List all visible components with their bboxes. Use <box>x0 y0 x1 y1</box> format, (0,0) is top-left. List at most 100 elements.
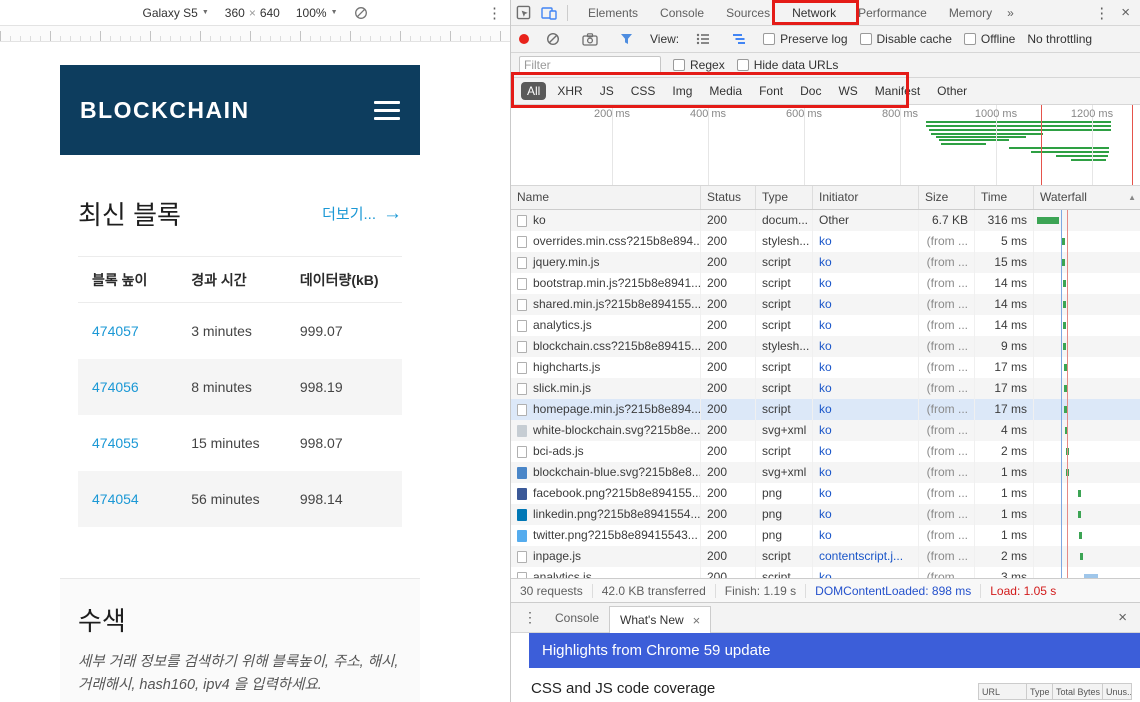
tab-whats-new[interactable]: What's New × <box>609 606 711 633</box>
view-waterfall-icon[interactable] <box>727 33 751 45</box>
network-request-row[interactable]: analytics.js200scriptko(from ...14 ms <box>511 315 1140 336</box>
column-header-time[interactable]: Time <box>975 186 1034 209</box>
network-request-row[interactable]: facebook.png?215b8e894155...200pngko(fro… <box>511 483 1140 504</box>
throttling-select[interactable]: No throttling <box>1027 32 1092 46</box>
network-request-row[interactable]: blockchain-blue.svg?215b8e8...200svg+xml… <box>511 462 1140 483</box>
network-request-row[interactable]: bci-ads.js200scriptko(from ...2 ms <box>511 441 1140 462</box>
network-overview[interactable]: 200 ms400 ms600 ms800 ms1000 ms1200 ms <box>511 105 1140 186</box>
request-initiator[interactable]: ko <box>813 273 919 294</box>
block-height-link[interactable]: 474055 <box>78 435 175 451</box>
network-request-row[interactable]: twitter.png?215b8e89415543...200pngko(fr… <box>511 525 1140 546</box>
preserve-log-checkbox[interactable]: Preserve log <box>763 32 847 46</box>
device-menu-3dots-icon[interactable]: ⋮ <box>487 4 502 22</box>
tab-memory[interactable]: Memory <box>938 0 1003 25</box>
clear-icon[interactable] <box>541 32 565 46</box>
column-header-waterfall[interactable]: Waterfall▲ <box>1034 186 1140 209</box>
network-request-row[interactable]: bootstrap.min.js?215b8e8941...200scriptk… <box>511 273 1140 294</box>
network-request-row[interactable]: white-blockchain.svg?215b8e...200svg+xml… <box>511 420 1140 441</box>
type-filter-img[interactable]: Img <box>666 82 698 100</box>
block-row[interactable]: 4740568 minutes998.19 <box>78 359 402 415</box>
network-request-row[interactable]: analytics.js200scriptko(from ...3 ms <box>511 567 1140 578</box>
type-filter-font[interactable]: Font <box>753 82 789 100</box>
request-initiator[interactable]: ko <box>813 483 919 504</box>
inspect-element-icon[interactable] <box>511 5 536 20</box>
request-initiator[interactable]: ko <box>813 294 919 315</box>
type-filter-media[interactable]: Media <box>703 82 748 100</box>
record-icon[interactable] <box>519 34 529 44</box>
offline-checkbox[interactable]: Offline <box>964 32 1015 46</box>
request-waterfall <box>1034 294 1140 315</box>
type-filter-manifest[interactable]: Manifest <box>869 82 926 100</box>
request-initiator[interactable]: ko <box>813 420 919 441</box>
hamburger-menu-icon[interactable] <box>374 101 400 120</box>
view-list-icon[interactable] <box>691 33 715 45</box>
column-header-status[interactable]: Status <box>701 186 756 209</box>
network-request-row[interactable]: inpage.js200scriptcontentscript.j...(fro… <box>511 546 1140 567</box>
block-row[interactable]: 47405456 minutes998.14 <box>78 471 402 527</box>
tab-sources[interactable]: Sources <box>715 0 781 25</box>
rotate-icon[interactable] <box>354 6 368 20</box>
request-initiator[interactable]: ko <box>813 378 919 399</box>
block-height-link[interactable]: 474057 <box>78 323 175 339</box>
network-request-row[interactable]: highcharts.js200scriptko(from ...17 ms <box>511 357 1140 378</box>
zoom-select[interactable]: 100% ▼ <box>296 6 338 20</box>
request-initiator[interactable]: ko <box>813 315 919 336</box>
type-filter-all[interactable]: All <box>521 82 546 100</box>
request-initiator[interactable]: ko <box>813 441 919 462</box>
type-filter-doc[interactable]: Doc <box>794 82 827 100</box>
network-request-row[interactable]: slick.min.js200scriptko(from ...17 ms <box>511 378 1140 399</box>
network-request-row[interactable]: overrides.min.css?215b8e894...200stylesh… <box>511 231 1140 252</box>
tab-network[interactable]: Network <box>781 0 847 25</box>
capture-screenshots-camera-icon[interactable] <box>577 33 603 46</box>
block-row[interactable]: 47405515 minutes998.07 <box>78 415 402 471</box>
network-request-row[interactable]: ko200docum...Other6.7 KB316 ms <box>511 210 1140 231</box>
column-header-initiator[interactable]: Initiator <box>813 186 919 209</box>
request-initiator[interactable]: ko <box>813 525 919 546</box>
device-toolbar-toggle-icon[interactable] <box>536 6 562 20</box>
tab-console[interactable]: Console <box>649 0 715 25</box>
drawer-close-icon[interactable]: × <box>1118 609 1140 626</box>
viewport-height-field[interactable]: 640 <box>260 6 280 20</box>
filter-input[interactable] <box>519 56 661 74</box>
type-filter-xhr[interactable]: XHR <box>551 82 588 100</box>
regex-checkbox[interactable]: Regex <box>673 58 725 72</box>
devtools-menu-3dots-icon[interactable]: ⋮ <box>1094 4 1109 22</box>
type-filter-css[interactable]: CSS <box>625 82 662 100</box>
block-row[interactable]: 4740573 minutes999.07 <box>78 303 402 359</box>
drawer-menu-3dots-icon[interactable]: ⋮ <box>511 609 545 626</box>
block-height-link[interactable]: 474054 <box>78 491 175 507</box>
devtools-close-icon[interactable]: × <box>1121 4 1130 21</box>
disable-cache-checkbox[interactable]: Disable cache <box>860 32 952 46</box>
network-request-row[interactable]: blockchain.css?215b8e89415...200stylesh.… <box>511 336 1140 357</box>
column-header-type[interactable]: Type <box>756 186 813 209</box>
request-initiator[interactable]: ko <box>813 231 919 252</box>
network-request-row[interactable]: shared.min.js?215b8e894155...200scriptko… <box>511 294 1140 315</box>
type-filter-other[interactable]: Other <box>931 82 973 100</box>
close-icon[interactable]: × <box>693 613 701 628</box>
tab-console-drawer[interactable]: Console <box>545 603 609 632</box>
device-select[interactable]: Galaxy S5 ▼ <box>142 6 208 20</box>
tab-elements[interactable]: Elements <box>577 0 649 25</box>
filter-funnel-icon[interactable] <box>615 33 638 45</box>
request-initiator[interactable]: ko <box>813 567 919 578</box>
column-header-name[interactable]: Name <box>511 186 701 209</box>
type-filter-ws[interactable]: WS <box>832 82 863 100</box>
request-initiator[interactable]: ko <box>813 252 919 273</box>
type-filter-js[interactable]: JS <box>594 82 620 100</box>
tab-performance[interactable]: Performance <box>847 0 938 25</box>
request-initiator[interactable]: ko <box>813 462 919 483</box>
network-request-row[interactable]: homepage.min.js?215b8e894...200scriptko(… <box>511 399 1140 420</box>
request-initiator[interactable]: ko <box>813 399 919 420</box>
more-tabs-chevron[interactable]: » <box>1003 0 1018 26</box>
network-request-row[interactable]: linkedin.png?215b8e8941554...200pngko(fr… <box>511 504 1140 525</box>
see-more-link[interactable]: 더보기... → <box>322 203 402 225</box>
network-request-row[interactable]: jquery.min.js200scriptko(from ...15 ms <box>511 252 1140 273</box>
hide-data-urls-checkbox[interactable]: Hide data URLs <box>737 58 839 72</box>
request-initiator[interactable]: contentscript.j... <box>813 546 919 567</box>
request-initiator[interactable]: ko <box>813 357 919 378</box>
request-initiator[interactable]: ko <box>813 504 919 525</box>
block-height-link[interactable]: 474056 <box>78 379 175 395</box>
request-initiator[interactable]: ko <box>813 336 919 357</box>
column-header-size[interactable]: Size <box>919 186 975 209</box>
viewport-width-field[interactable]: 360 <box>225 6 245 20</box>
